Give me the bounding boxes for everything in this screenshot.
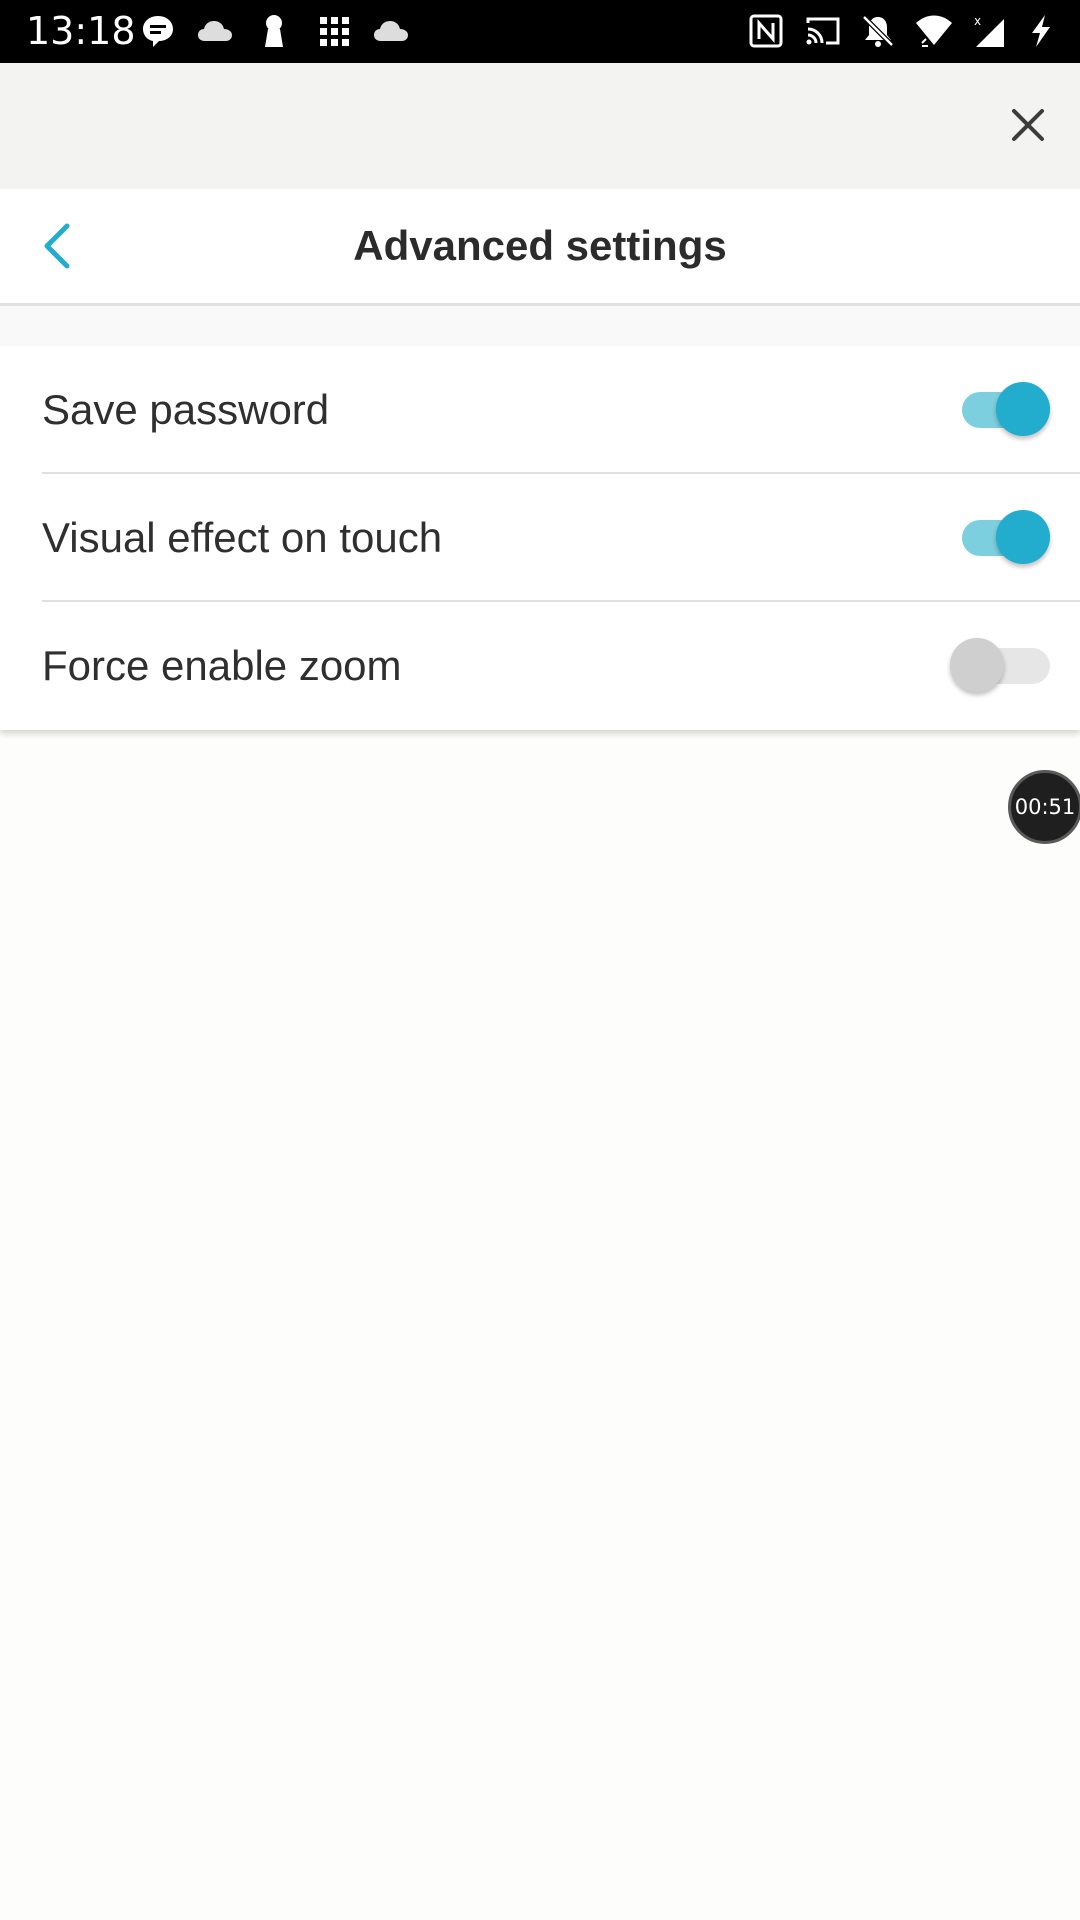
setting-row-save-password: Save password [0, 346, 1080, 474]
setting-label: Save password [42, 386, 330, 433]
setting-row-force-zoom: Force enable zoom [0, 602, 1080, 730]
back-button[interactable] [22, 211, 92, 281]
screen: 13:18 x Advanced settings Save password … [0, 0, 1080, 1920]
wifi-icon [914, 13, 952, 49]
setting-label: Force enable zoom [42, 642, 402, 689]
force-zoom-toggle[interactable] [950, 638, 1050, 694]
top-bar [0, 63, 1080, 189]
recording-timer-bubble[interactable]: 00:51 [1008, 770, 1080, 844]
setting-label: Visual effect on touch [42, 514, 443, 561]
toggle-thumb [996, 382, 1050, 436]
status-bar: 13:18 x [0, 0, 1080, 63]
cloud-icon [196, 13, 232, 49]
save-password-toggle[interactable] [950, 382, 1050, 438]
settings-list: Save password Visual effect on touch For… [0, 346, 1080, 730]
header: Advanced settings [0, 189, 1080, 306]
charging-bolt-icon [1026, 13, 1062, 49]
visual-effect-toggle[interactable] [950, 510, 1050, 566]
chevron-left-icon [44, 223, 70, 269]
bell-off-icon [860, 13, 896, 49]
close-button[interactable] [996, 93, 1060, 157]
toggle-thumb [996, 510, 1050, 564]
cloud-icon [372, 13, 408, 49]
chat-bubble-icon [140, 13, 176, 49]
page-title: Advanced settings [353, 222, 727, 269]
svg-text:x: x [974, 14, 981, 28]
toggle-thumb [950, 638, 1004, 692]
nfc-icon [748, 13, 784, 49]
app-grid-icon [316, 13, 352, 49]
keyhole-icon [256, 13, 292, 49]
cast-icon [804, 13, 840, 49]
setting-row-visual-effect: Visual effect on touch [0, 474, 1080, 602]
section-gap [0, 306, 1080, 346]
close-icon [1012, 109, 1044, 141]
signal-icon: x [972, 13, 1008, 49]
status-time: 13:18 [26, 9, 136, 53]
